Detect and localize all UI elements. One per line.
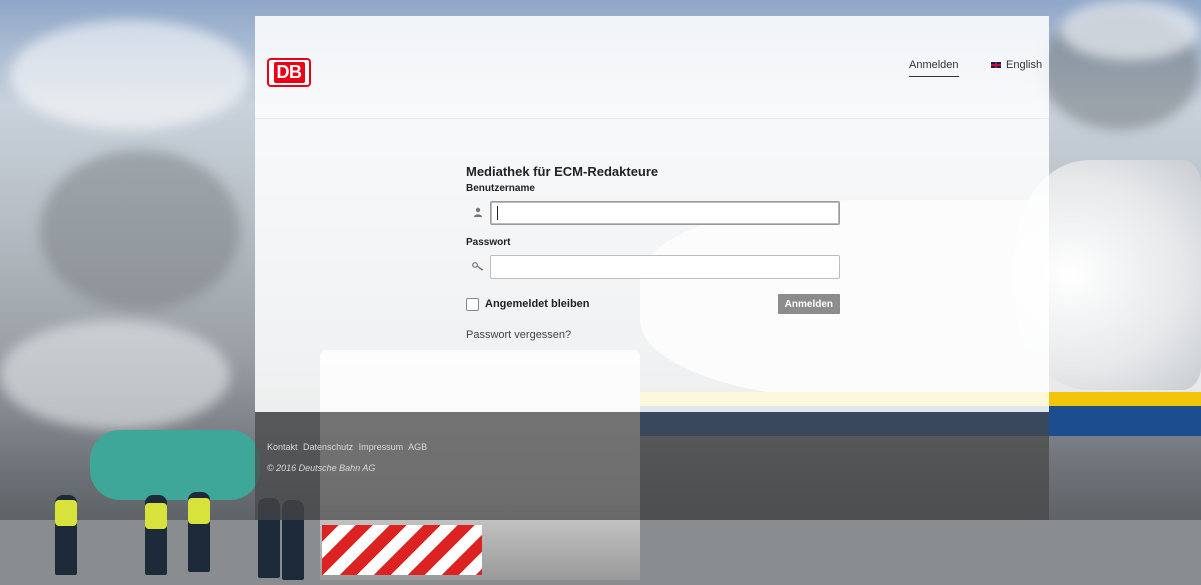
remember-me-label: Angemeldet bleiben: [485, 298, 590, 310]
header-divider: [255, 118, 1049, 119]
password-label: Passwort: [466, 237, 511, 248]
footer-link-datenschutz[interactable]: Datenschutz: [303, 442, 353, 452]
login-panel-main: DB Anmelden English Mediathek für ECM-Re…: [255, 16, 1049, 412]
footer-links: Kontakt Datenschutz Impressum AGB: [267, 442, 430, 452]
footer-link-kontakt[interactable]: Kontakt: [267, 442, 298, 452]
footer-link-impressum[interactable]: Impressum: [359, 442, 404, 452]
user-icon: [466, 207, 490, 220]
nav-login-link[interactable]: Anmelden: [909, 59, 959, 77]
login-button[interactable]: Anmelden: [777, 294, 840, 314]
remember-me-checkbox[interactable]: [466, 297, 479, 311]
uk-flag-icon: [990, 61, 1002, 69]
key-icon: [466, 261, 490, 274]
remember-row: Angemeldet bleiben Anmelden: [466, 293, 840, 315]
panel-footer: Kontakt Datenschutz Impressum AGB © 2016…: [255, 412, 1049, 520]
language-switch[interactable]: English: [990, 59, 1042, 71]
password-row: [466, 253, 840, 281]
username-input[interactable]: [490, 201, 840, 225]
language-label: English: [1006, 59, 1043, 71]
db-logo[interactable]: DB: [267, 58, 311, 87]
username-label: Benutzername: [466, 183, 535, 194]
remember-me-toggle[interactable]: Angemeldet bleiben: [466, 297, 590, 311]
password-input[interactable]: [490, 255, 840, 279]
login-form: Mediathek für ECM-Redakteure Benutzernam…: [466, 164, 840, 343]
db-logo-text: DB: [273, 62, 305, 83]
footer-copyright: © 2016 Deutsche Bahn AG: [267, 463, 376, 473]
footer-link-agb[interactable]: AGB: [408, 442, 427, 452]
form-title: Mediathek für ECM-Redakteure: [466, 164, 659, 179]
text-caret: [497, 206, 498, 220]
forgot-password-link[interactable]: Passwort vergessen?: [466, 329, 571, 341]
username-row: [466, 199, 840, 227]
login-panel: DB Anmelden English Mediathek für ECM-Re…: [255, 16, 1049, 520]
